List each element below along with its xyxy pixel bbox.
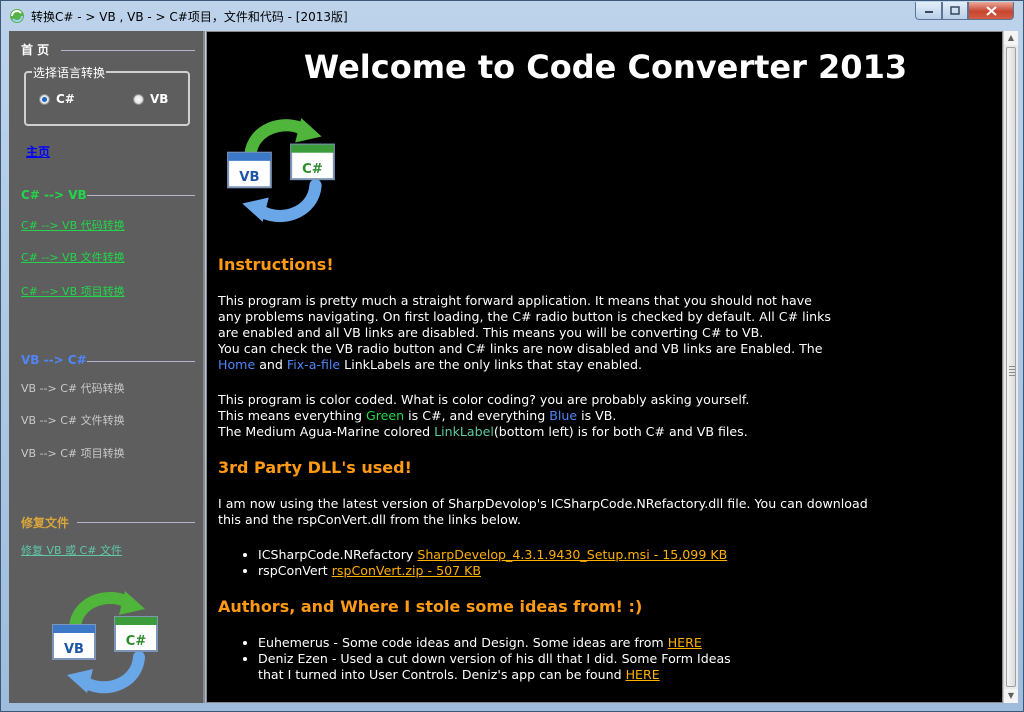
instr-line: are enabled and all VB links are disable…: [218, 325, 764, 340]
dll-paragraph: I am now using the latest version of Sha…: [218, 496, 868, 528]
vb-radio-button[interactable]: [133, 94, 144, 105]
logo-vb-text: VB: [239, 170, 259, 185]
author-text: Deniz Ezen - Used a cut down version of …: [258, 651, 731, 666]
minimize-button[interactable]: [915, 2, 942, 20]
vb-cs-convert-logo: VB C#: [227, 118, 335, 223]
list-item: Euhemerus - Some code ideas and Design. …: [258, 635, 731, 651]
deniz-here-link[interactable]: HERE: [626, 667, 660, 682]
vb-radio-label[interactable]: VB: [150, 92, 168, 106]
home-header: 首 页: [21, 43, 50, 57]
dll-line: this and the rspConVert.dll from the lin…: [218, 512, 521, 527]
close-button[interactable]: [968, 2, 1014, 20]
color-coding-paragraph: This program is color coded. What is col…: [218, 392, 749, 440]
logo-vb-text: VB: [64, 642, 84, 657]
maximize-icon: [950, 6, 960, 15]
cs-to-vb-divider: [87, 195, 195, 196]
scroll-thumb[interactable]: [1006, 47, 1016, 687]
authors-heading: Authors, and Where I stole some ideas fr…: [218, 597, 643, 616]
fix-files-header: 修复文件: [21, 516, 70, 530]
logo-cs-text: C#: [302, 162, 323, 177]
authors-list: Euhemerus - Some code ideas and Design. …: [218, 635, 731, 683]
window-title: 转换C# - > VB , VB - > C#项目，文件和代码 - [2013版…: [31, 10, 348, 24]
instr-text: LinkLabels are the only links that stay …: [340, 357, 642, 372]
language-groupbox: 选择语言转换 C# VB: [24, 64, 190, 126]
list-item: Deniz Ezen - Used a cut down version of …: [258, 651, 731, 683]
vb-to-cs-header: VB --> C#: [21, 353, 87, 367]
fix-files-divider: [77, 522, 195, 523]
dll-name: ICSharpCode.NRefactory: [258, 547, 418, 562]
dll-heading: 3rd Party DLL's used!: [218, 458, 412, 477]
dll-line: I am now using the latest version of Sha…: [218, 496, 868, 511]
cs-radio-button[interactable]: [39, 94, 50, 105]
instructions-paragraph: This program is pretty much a straight f…: [218, 293, 831, 373]
vb-to-cs-code-link[interactable]: VB --> C# 代码转换: [21, 380, 125, 396]
vb-to-cs-file-link[interactable]: VB --> C# 文件转换: [21, 412, 125, 428]
list-item: ICSharpCode.NRefactory SharpDevelop_4.3.…: [258, 547, 727, 563]
logo-cs-text: C#: [126, 634, 147, 649]
maximize-button[interactable]: [942, 2, 968, 20]
home-divider: [61, 50, 195, 51]
color-line: This means everything Green is C#, and e…: [218, 408, 749, 424]
app-icon: [10, 9, 24, 23]
instructions-heading: Instructions!: [218, 255, 334, 274]
language-group-label: 选择语言转换: [32, 64, 107, 81]
cs-to-vb-code-link[interactable]: C# --> VB 代码转换: [21, 217, 125, 233]
scroll-up-icon[interactable]: ▲: [1004, 31, 1018, 45]
vertical-scrollbar[interactable]: ▲ ▼: [1003, 31, 1018, 703]
instr-line: This program is pretty much a straight f…: [218, 293, 812, 308]
cs-radio-label[interactable]: C#: [56, 92, 75, 106]
instr-line: Home and Fix-a-file LinkLabels are the o…: [218, 357, 831, 373]
grip-icon: [1009, 366, 1015, 378]
minimize-icon: [924, 10, 933, 13]
vb-to-cs-divider: [87, 361, 195, 362]
dll-name: rspConVert: [258, 563, 332, 578]
cs-to-vb-header: C# --> VB: [21, 188, 87, 202]
color-text: is VB.: [577, 408, 617, 423]
author-text: Euhemerus - Some code ideas and Design. …: [258, 635, 668, 650]
dll-list: ICSharpCode.NRefactory SharpDevelop_4.3.…: [218, 547, 727, 579]
title-bar[interactable]: 转换C# - > VB , VB - > C#项目，文件和代码 - [2013版…: [1, 1, 1023, 31]
fix-file-link[interactable]: 修复 VB 或 C# 文件: [21, 542, 122, 558]
sidebar: 首 页 选择语言转换 C# VB 主页 C# --> VB C# --> VB …: [9, 31, 205, 703]
color-text: is C#, and everything: [404, 408, 550, 423]
rspconvert-download-link[interactable]: rspConVert.zip - 507 KB: [332, 563, 481, 578]
sharpdevelop-download-link[interactable]: SharpDevelop_4.3.1.9430_Setup.msi - 15,0…: [417, 547, 727, 562]
vb-cs-convert-logo: VB C#: [52, 591, 158, 694]
cs-to-vb-file-link[interactable]: C# --> VB 文件转换: [21, 249, 125, 265]
euhemerus-here-link[interactable]: HERE: [668, 635, 702, 650]
list-item: rspConVert rspConVert.zip - 507 KB: [258, 563, 727, 579]
fix-a-file-mention: Fix-a-file: [286, 357, 341, 372]
home-mention: Home: [218, 357, 256, 372]
content-browser: Welcome to Code Converter 2013 VB C# Ins…: [206, 31, 1003, 703]
color-text: This means everything: [218, 408, 366, 423]
blue-word: Blue: [549, 408, 578, 423]
close-icon: [985, 5, 997, 16]
color-text: The Medium Agua-Marine colored: [218, 424, 435, 439]
green-word: Green: [366, 408, 405, 423]
app-window: 转换C# - > VB , VB - > C#项目，文件和代码 - [2013版…: [0, 0, 1024, 712]
cs-to-vb-project-link[interactable]: C# --> VB 项目转换: [21, 283, 125, 299]
linklabel-word: LinkLabel: [434, 424, 494, 439]
home-link[interactable]: 主页: [26, 143, 50, 160]
color-line: The Medium Agua-Marine colored LinkLabel…: [218, 424, 749, 440]
scroll-down-icon[interactable]: ▼: [1004, 689, 1018, 703]
page-title: Welcome to Code Converter 2013: [303, 48, 908, 86]
vb-to-cs-project-link[interactable]: VB --> C# 项目转换: [21, 445, 125, 461]
instr-line: You can check the VB radio button and C#…: [218, 341, 823, 356]
author-text: that I turned into User Controls. Deniz'…: [258, 667, 626, 682]
color-text: (bottom left) is for both C# and VB file…: [493, 424, 748, 439]
instr-text: and: [255, 357, 287, 372]
color-line: This program is color coded. What is col…: [218, 392, 750, 407]
instr-line: any problems navigating. On first loadin…: [218, 309, 831, 324]
